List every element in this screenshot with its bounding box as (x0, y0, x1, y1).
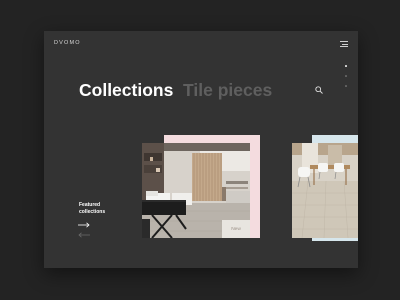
brand-logo[interactable]: DVOMO (54, 40, 81, 46)
arrow-left-icon[interactable] (78, 232, 90, 238)
tab-tile-pieces[interactable]: Tile pieces (183, 80, 272, 101)
new-badge: New (222, 220, 250, 238)
collection-card-image[interactable] (292, 143, 358, 238)
hamburger-menu-icon[interactable] (340, 41, 348, 47)
pagination-dot[interactable] (345, 65, 347, 67)
app-window: DVOMO Collections Tile pieces New Featur… (44, 31, 358, 268)
pagination-dot[interactable] (345, 75, 347, 77)
tab-collections[interactable]: Collections (79, 80, 173, 101)
search-icon[interactable] (315, 86, 323, 94)
arrow-right-icon[interactable] (78, 222, 90, 228)
pagination-dot[interactable] (345, 85, 347, 87)
featured-label-line2: collections (79, 208, 106, 215)
featured-collections-label: Featured collections (79, 202, 105, 215)
